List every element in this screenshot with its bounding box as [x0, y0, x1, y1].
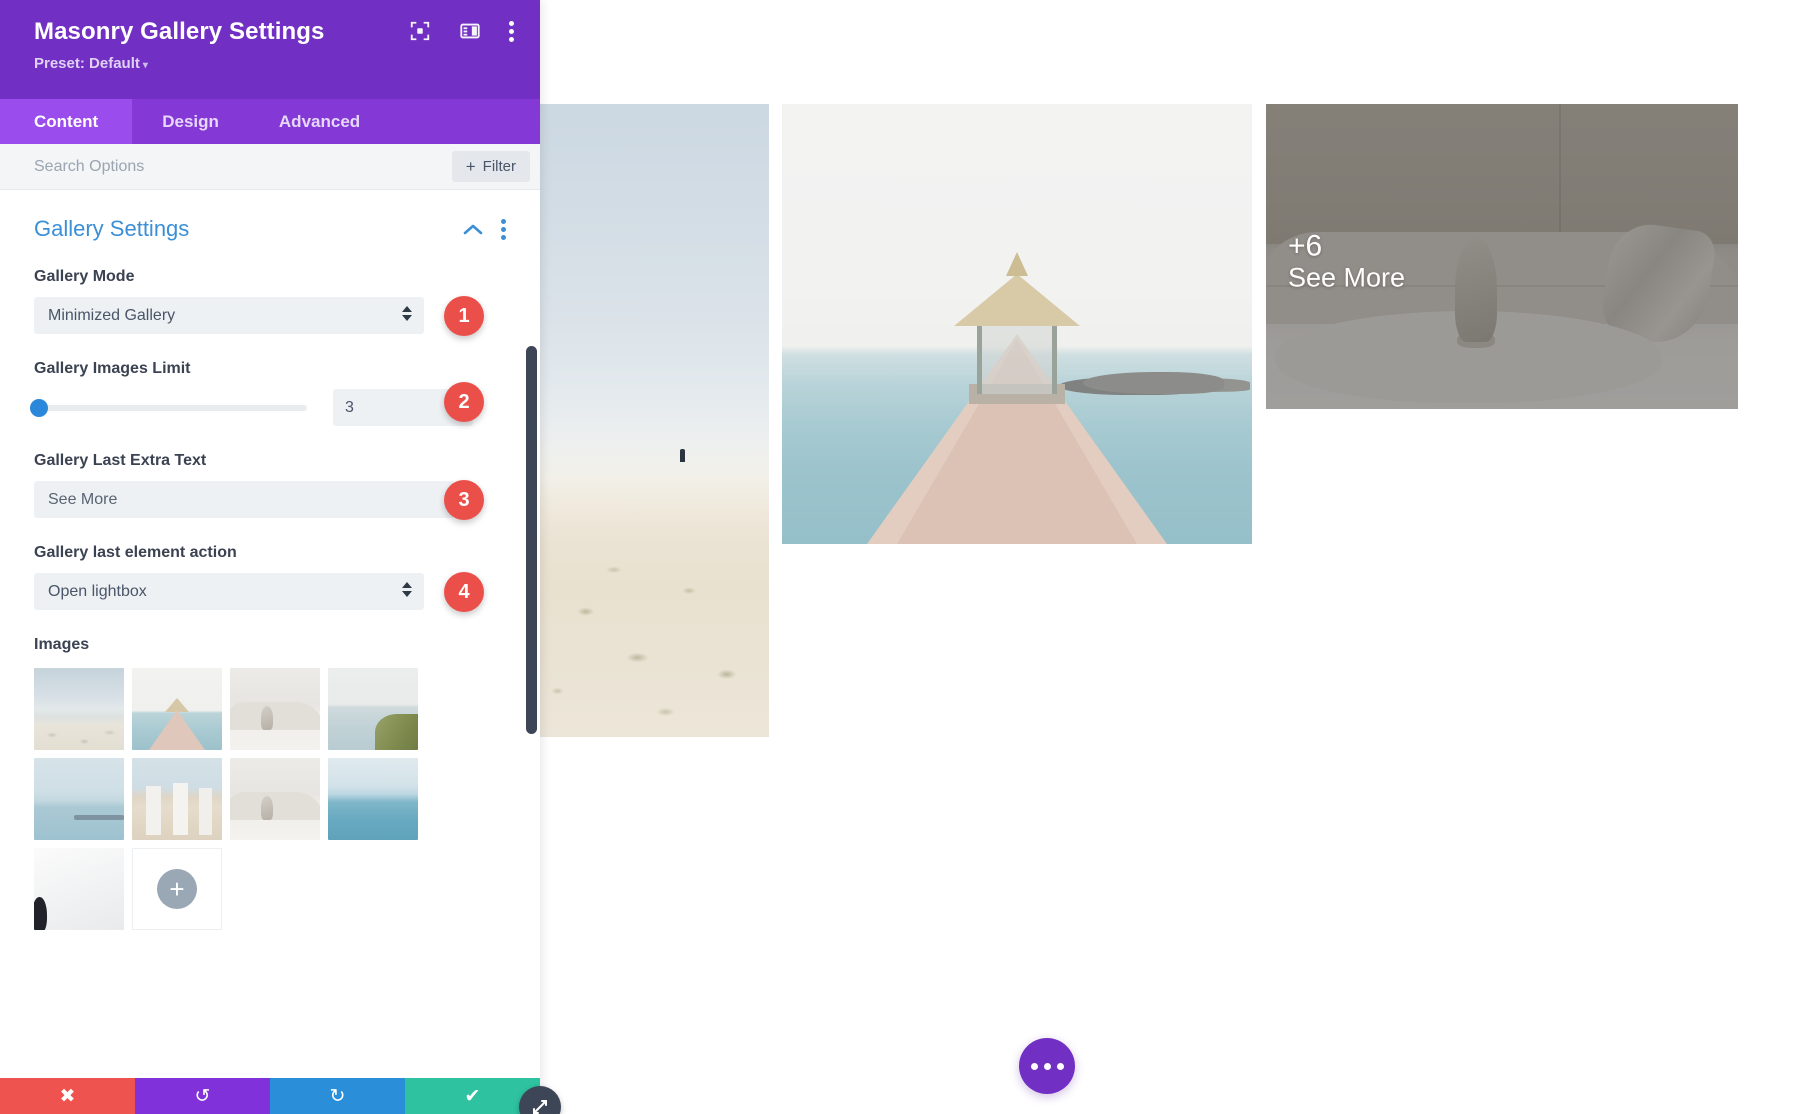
preset-selector[interactable]: Preset: Default ▾ — [34, 55, 518, 72]
section-overflow-menu-icon[interactable] — [501, 218, 506, 240]
module-settings-panel: Masonry Gallery Settings Preset: Default… — [0, 0, 540, 1114]
thumbnail-sea[interactable] — [328, 758, 418, 840]
preview-image-1[interactable] — [534, 104, 769, 737]
see-more-overlay[interactable]: +6 See More — [1288, 230, 1405, 295]
see-more-label: See More — [1288, 262, 1406, 293]
images-label: Images — [34, 636, 90, 653]
panel-tabs: Content Design Advanced — [0, 99, 540, 144]
page-settings-float-button[interactable] — [1019, 1038, 1075, 1094]
app-root: +6 See More Masonry Gallery Settings Pre… — [0, 0, 1800, 1114]
last-extra-text-label: Gallery Last Extra Text — [34, 452, 207, 469]
field-gallery-mode: Gallery Mode Minimized Gallery 1 — [34, 268, 506, 336]
panel-action-bar: ✖ ↺ ↻ ✔ — [0, 1078, 540, 1114]
filter-label: Filter — [482, 158, 516, 175]
step-badge-4: 4 — [444, 572, 484, 612]
filter-button[interactable]: + Filter — [451, 151, 530, 182]
ellipsis-icon — [1043, 1062, 1051, 1070]
thumbnail-wedding[interactable] — [132, 758, 222, 840]
panel-body: Gallery Settings Gallery Mode Minimized … — [0, 190, 540, 1078]
plus-icon: + — [157, 869, 197, 909]
undo-button[interactable]: ↺ — [135, 1078, 270, 1114]
gallery-mode-select-wrap: Minimized Gallery — [34, 297, 506, 334]
gallery-mode-label: Gallery Mode — [34, 268, 135, 285]
focus-target-icon[interactable] — [409, 20, 431, 42]
last-element-action-select[interactable]: Open lightbox — [34, 573, 424, 610]
last-element-action-select-wrap: Open lightbox — [34, 573, 506, 610]
tab-content[interactable]: Content — [0, 99, 133, 144]
panel-header: Masonry Gallery Settings Preset: Default… — [0, 0, 540, 99]
search-options-bar: + Filter — [0, 144, 540, 190]
thumbnail-interior[interactable] — [230, 668, 320, 750]
dune-figure — [679, 448, 685, 462]
search-input[interactable] — [34, 157, 452, 176]
field-last-extra-text: Gallery Last Extra Text 3 — [34, 452, 506, 520]
last-element-action-label: Gallery last element action — [34, 544, 237, 561]
panel-scrollbar-thumb[interactable] — [526, 346, 537, 734]
overflow-menu-icon[interactable] — [509, 20, 514, 42]
thumbnail-pier[interactable] — [132, 668, 222, 750]
layout-panel-icon[interactable] — [459, 20, 481, 42]
chevron-down-icon: ▾ — [142, 59, 148, 71]
resize-corner-icon — [533, 1100, 547, 1114]
pier-artwork — [782, 104, 1252, 544]
gallery-mode-select[interactable]: Minimized Gallery — [34, 297, 424, 334]
gazebo-roof — [954, 274, 1080, 326]
cancel-button[interactable]: ✖ — [0, 1078, 135, 1114]
thumbnail-jetty[interactable] — [34, 758, 124, 840]
field-images: Images + — [34, 636, 506, 938]
plus-icon: + — [465, 157, 476, 176]
thumbnail-beach[interactable] — [34, 668, 124, 750]
ellipsis-icon — [1030, 1062, 1038, 1070]
dune-artwork — [534, 104, 769, 737]
thumbnail-interior2[interactable] — [230, 758, 320, 840]
images-limit-slider[interactable] — [30, 398, 307, 417]
preview-image-3-see-more[interactable]: +6 See More — [1266, 104, 1738, 409]
images-limit-row — [30, 389, 506, 426]
chevron-up-icon[interactable] — [463, 223, 483, 236]
field-last-element-action: Gallery last element action Open lightbo… — [34, 544, 506, 612]
redo-button[interactable]: ↻ — [270, 1078, 405, 1114]
preset-label: Preset: Default — [34, 54, 140, 72]
images-thumbnail-grid: + — [34, 668, 484, 938]
last-extra-text-input[interactable] — [34, 481, 454, 518]
ellipsis-icon — [1056, 1062, 1064, 1070]
preview-image-2[interactable] — [782, 104, 1252, 544]
gazebo-tip — [1006, 252, 1028, 276]
tab-design[interactable]: Design — [132, 99, 249, 144]
step-badge-2: 2 — [444, 382, 484, 422]
thumbnail-dune[interactable] — [34, 848, 124, 930]
section-title: Gallery Settings — [34, 216, 190, 241]
gazebo-body — [977, 324, 1057, 394]
panel-header-icons — [409, 20, 514, 42]
slider-thumb[interactable] — [30, 398, 49, 417]
step-badge-3: 3 — [444, 480, 484, 520]
gallery-settings-section-header: Gallery Settings — [34, 216, 506, 242]
add-image-button[interactable]: + — [132, 848, 222, 930]
images-limit-label: Gallery Images Limit — [34, 360, 191, 377]
tab-advanced[interactable]: Advanced — [249, 99, 390, 144]
step-badge-1: 1 — [444, 296, 484, 336]
see-more-count: +6 — [1288, 228, 1323, 262]
thumbnail-cliff[interactable] — [328, 668, 418, 750]
field-images-limit: Gallery Images Limit 2 — [30, 360, 506, 426]
